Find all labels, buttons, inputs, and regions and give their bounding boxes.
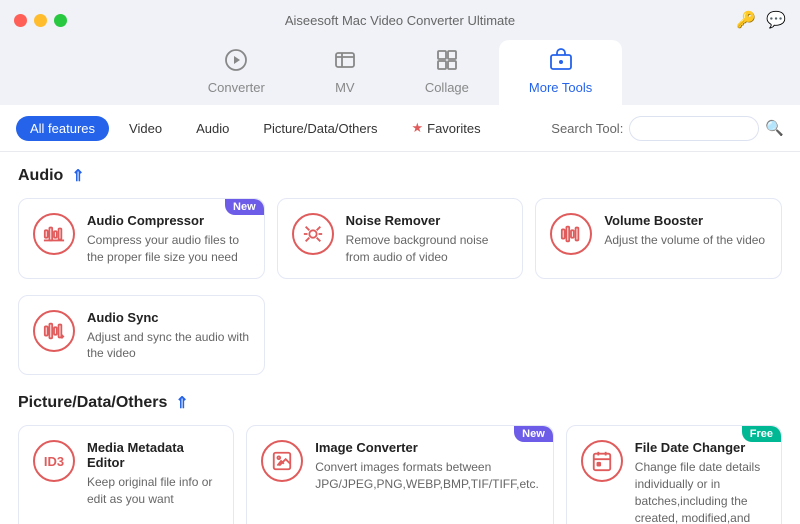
audio-compressor-title: Audio Compressor [87, 213, 250, 228]
search-input[interactable] [629, 116, 759, 141]
audio-cards-row2: Audio Sync Adjust and sync the audio wit… [18, 295, 782, 376]
search-icon[interactable]: 🔍 [765, 119, 784, 137]
audio-sync-title: Audio Sync [87, 310, 250, 325]
noise-remover-desc: Remove background noise from audio of vi… [346, 232, 509, 266]
card-media-metadata[interactable]: ID3 Media Metadata Editor Keep original … [18, 425, 234, 524]
tab-mv-label: MV [335, 80, 355, 95]
audio-compressor-desc: Compress your audio files to the proper … [87, 232, 250, 266]
audio-sync-desc: Adjust and sync the audio with the video [87, 329, 250, 363]
sort-icon: ⇑ [71, 166, 84, 186]
search-label: Search Tool: [551, 121, 623, 136]
maximize-button[interactable] [54, 14, 67, 27]
volume-booster-desc: Adjust the volume of the video [604, 232, 767, 249]
window-controls [14, 14, 67, 27]
collage-icon [435, 48, 459, 76]
picture-sort-icon: ⇑ [175, 393, 188, 413]
file-date-changer-desc: Change file date details individually or… [635, 459, 767, 524]
filter-bar: All features Video Audio Picture/Data/Ot… [0, 105, 800, 152]
card-volume-booster[interactable]: Volume Booster Adjust the volume of the … [535, 198, 782, 279]
picture-section-header: Picture/Data/Others ⇑ [18, 393, 782, 413]
badge-new: New [225, 199, 264, 215]
tab-converter[interactable]: Converter [178, 40, 295, 105]
mv-icon [333, 48, 357, 76]
audio-sync-icon [33, 310, 75, 352]
titlebar-action-icons: 🔑 💬 [736, 10, 786, 30]
image-converter-icon [261, 440, 303, 482]
volume-booster-icon [550, 213, 592, 255]
tab-collage-label: Collage [425, 80, 469, 95]
filter-video[interactable]: Video [115, 116, 176, 141]
card-audio-sync[interactable]: Audio Sync Adjust and sync the audio wit… [18, 295, 265, 376]
filter-picture[interactable]: Picture/Data/Others [249, 116, 391, 141]
media-metadata-title: Media Metadata Editor [87, 440, 219, 470]
audio-section-header: Audio ⇑ [18, 166, 782, 186]
tab-more-tools-label: More Tools [529, 80, 592, 95]
more-tools-icon [549, 48, 573, 76]
noise-remover-icon [292, 213, 334, 255]
app-title: Aiseesoft Mac Video Converter Ultimate [285, 13, 515, 28]
tab-collage[interactable]: Collage [395, 40, 499, 105]
close-button[interactable] [14, 14, 27, 27]
picture-section-title: Picture/Data/Others [18, 394, 167, 412]
titlebar: Aiseesoft Mac Video Converter Ultimate 🔑… [0, 0, 800, 40]
main-content: All features Video Audio Picture/Data/Ot… [0, 105, 800, 524]
badge-new-image: New [514, 426, 553, 442]
converter-icon [224, 48, 248, 76]
scroll-content: Audio ⇑ New [0, 152, 800, 524]
filter-favorites[interactable]: ★ Favorites [397, 115, 494, 141]
tab-converter-label: Converter [208, 80, 265, 95]
image-converter-title: Image Converter [315, 440, 539, 455]
file-date-changer-title: File Date Changer [635, 440, 767, 455]
tab-more-tools[interactable]: More Tools [499, 40, 622, 105]
search-area: Search Tool: 🔍 [551, 116, 784, 141]
volume-booster-title: Volume Booster [604, 213, 767, 228]
card-noise-remover[interactable]: Noise Remover Remove background noise fr… [277, 198, 524, 279]
media-metadata-icon: ID3 [33, 440, 75, 482]
file-date-changer-icon [581, 440, 623, 482]
audio-compressor-icon [33, 213, 75, 255]
badge-free: Free [742, 426, 781, 442]
filter-audio[interactable]: Audio [182, 116, 243, 141]
chat-icon[interactable]: 💬 [766, 10, 786, 30]
card-audio-compressor[interactable]: New A [18, 198, 265, 279]
filter-all[interactable]: All features [16, 116, 109, 141]
key-icon[interactable]: 🔑 [736, 10, 756, 30]
tab-mv[interactable]: MV [295, 40, 395, 105]
audio-cards-row: New A [18, 198, 782, 279]
card-image-converter[interactable]: New Image Converter [246, 425, 554, 524]
star-icon: ★ [411, 120, 423, 136]
nav-tabs: Converter MV Collage [0, 40, 800, 105]
card-file-date-changer[interactable]: Free [566, 425, 782, 524]
picture-cards-row: ID3 Media Metadata Editor Keep original … [18, 425, 782, 524]
minimize-button[interactable] [34, 14, 47, 27]
audio-section-title: Audio [18, 167, 63, 185]
noise-remover-title: Noise Remover [346, 213, 509, 228]
image-converter-desc: Convert images formats between JPG/JPEG,… [315, 459, 539, 493]
media-metadata-desc: Keep original file info or edit as you w… [87, 474, 219, 508]
